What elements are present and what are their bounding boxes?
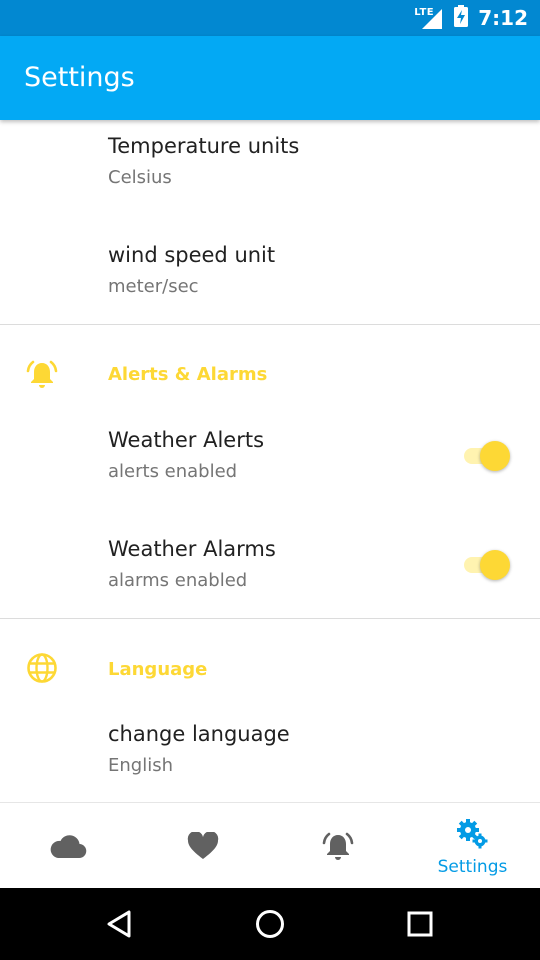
home-icon[interactable] [252,906,288,942]
wind-speed-unit-preference[interactable]: wind speed unit meter/sec [0,229,540,338]
nav-settings-label: Settings [437,857,508,877]
toggle-thumb [480,550,510,580]
weather-alerts-title: Weather Alerts [108,428,265,452]
page-title: Settings [24,62,135,93]
weather-alarms-title: Weather Alarms [108,537,276,561]
weather-alerts-toggle[interactable] [462,438,512,472]
language-category-title: Language [108,659,208,680]
status-bar: LTE 7:12 [0,0,540,36]
toggle-thumb [480,441,510,471]
section-divider [0,324,540,325]
settings-gears-icon [456,818,490,855]
temperature-units-title: Temperature units [108,134,300,158]
back-icon[interactable] [102,906,138,942]
globe-icon [26,652,58,684]
wind-speed-unit-summary: meter/sec [108,276,199,297]
temperature-units-summary: Celsius [108,167,172,188]
weather-alerts-summary: alerts enabled [108,461,238,482]
cloud-icon [49,833,87,864]
section-divider [0,618,540,619]
nav-alerts[interactable] [270,803,405,889]
nav-settings[interactable]: Settings [405,803,540,889]
temperature-units-preference[interactable]: Temperature units Celsius [0,120,540,229]
bell-alarm-icon [322,830,354,867]
wind-speed-unit-title: wind speed unit [108,243,276,267]
change-language-preference[interactable]: change language English [0,706,540,802]
change-language-title: change language [108,722,290,746]
bottom-navigation: Settings [0,802,540,889]
status-time: 7:12 [478,6,528,30]
recents-icon[interactable] [402,906,438,942]
change-language-summary: English [108,755,173,776]
settings-list[interactable]: Temperature units Celsius wind speed uni… [0,120,540,802]
lte-signal-icon: LTE [414,7,444,29]
weather-alarms-preference[interactable]: Weather Alarms alarms enabled [0,519,540,628]
nav-weather[interactable] [0,803,135,889]
status-icons: LTE 7:12 [414,0,528,36]
heart-icon [187,831,219,865]
weather-alerts-preference[interactable]: Weather Alerts alerts enabled [0,410,540,519]
app-bar: Settings [0,36,540,120]
bell-alarm-icon [26,358,58,390]
weather-alarms-summary: alarms enabled [108,570,248,591]
battery-charging-icon [454,4,469,32]
weather-alarms-toggle[interactable] [462,547,512,581]
system-navigation-bar [0,888,540,960]
nav-favorites[interactable] [135,803,270,889]
alerts-category-title: Alerts & Alarms [108,364,268,385]
